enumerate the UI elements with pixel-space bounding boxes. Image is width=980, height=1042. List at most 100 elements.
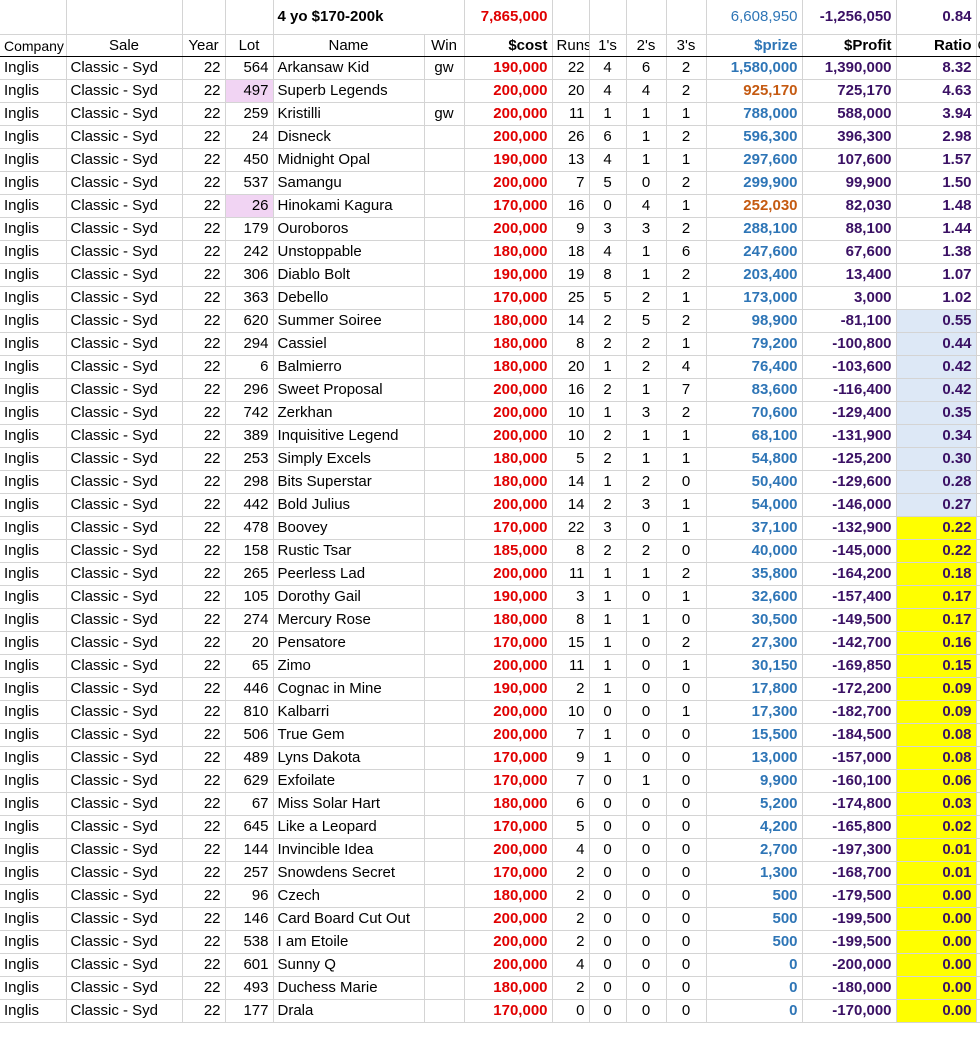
cell-cost[interactable]: 180,000: [464, 792, 553, 816]
cell-thirds[interactable]: 7: [666, 378, 707, 402]
cell-horse-name[interactable]: Arkansaw Kid: [273, 56, 425, 80]
cell-thirds[interactable]: 2: [666, 631, 707, 655]
cell-sale[interactable]: Classic - Syd: [66, 102, 183, 126]
cell-company[interactable]: Inglis: [0, 792, 67, 816]
cell-sale[interactable]: Classic - Syd: [66, 608, 183, 632]
cell[interactable]: [976, 516, 980, 540]
cell-ratio[interactable]: 0.17: [896, 585, 977, 609]
cell-firsts[interactable]: 4: [589, 240, 627, 264]
cell-sale[interactable]: Classic - Syd: [66, 240, 183, 264]
cell-sale[interactable]: Classic - Syd: [66, 539, 183, 563]
cell-seconds[interactable]: 2: [626, 470, 667, 494]
cell-firsts[interactable]: 0: [589, 907, 627, 931]
cell[interactable]: [66, 0, 183, 35]
cell-lot[interactable]: 446: [225, 677, 274, 701]
cell-company[interactable]: Inglis: [0, 240, 67, 264]
cell-runs[interactable]: 9: [552, 217, 590, 241]
cell-cost[interactable]: 200,000: [464, 424, 553, 448]
cell-year[interactable]: 22: [182, 838, 226, 862]
cell-runs[interactable]: 4: [552, 953, 590, 977]
cell-company[interactable]: Inglis: [0, 723, 67, 747]
cell-ratio[interactable]: 1.02: [896, 286, 977, 310]
cell-profit[interactable]: 107,600: [802, 148, 897, 172]
cell-prize[interactable]: 68,100: [706, 424, 803, 448]
cell-cost[interactable]: 170,000: [464, 815, 553, 839]
cell-company[interactable]: Inglis: [0, 171, 67, 195]
cell-ratio[interactable]: 0.00: [896, 976, 977, 1000]
cell-seconds[interactable]: 0: [626, 861, 667, 885]
cell-horse-name[interactable]: Czech: [273, 884, 425, 908]
header-lot[interactable]: Lot: [225, 34, 274, 57]
cell-runs[interactable]: 11: [552, 654, 590, 678]
cell-seconds[interactable]: 3: [626, 493, 667, 517]
cell-sale[interactable]: Classic - Syd: [66, 378, 183, 402]
cell-runs[interactable]: 4: [552, 838, 590, 862]
cell-sale[interactable]: Classic - Syd: [66, 815, 183, 839]
cell-sale[interactable]: Classic - Syd: [66, 286, 183, 310]
cell-year[interactable]: 22: [182, 953, 226, 977]
cell-cost[interactable]: 200,000: [464, 838, 553, 862]
cell-company[interactable]: Inglis: [0, 700, 67, 724]
cell-company[interactable]: Inglis: [0, 148, 67, 172]
cell-horse-name[interactable]: Simply Excels: [273, 447, 425, 471]
cell-lot[interactable]: 742: [225, 401, 274, 425]
cell-win[interactable]: [424, 286, 465, 310]
cell-cost[interactable]: 190,000: [464, 56, 553, 80]
cell-firsts[interactable]: 1: [589, 562, 627, 586]
cell-year[interactable]: 22: [182, 516, 226, 540]
cell-year[interactable]: 22: [182, 585, 226, 609]
cell-horse-name[interactable]: Dorothy Gail: [273, 585, 425, 609]
cell[interactable]: [666, 0, 707, 35]
cell-profit[interactable]: 88,100: [802, 217, 897, 241]
cell[interactable]: [976, 240, 980, 264]
cell-lot[interactable]: 274: [225, 608, 274, 632]
cell-seconds[interactable]: 1: [626, 608, 667, 632]
cell-win[interactable]: [424, 884, 465, 908]
cell-prize[interactable]: 500: [706, 930, 803, 954]
cell-horse-name[interactable]: Card Board Cut Out: [273, 907, 425, 931]
cell-runs[interactable]: 14: [552, 309, 590, 333]
cell-cost[interactable]: 200,000: [464, 378, 553, 402]
cell-lot[interactable]: 564: [225, 56, 274, 80]
cell-company[interactable]: Inglis: [0, 953, 67, 977]
cell-ratio[interactable]: 0.44: [896, 332, 977, 356]
cell-ratio[interactable]: 0.09: [896, 677, 977, 701]
cell-thirds[interactable]: 0: [666, 815, 707, 839]
cell-runs[interactable]: 2: [552, 861, 590, 885]
cell-cost[interactable]: 180,000: [464, 309, 553, 333]
cell-profit[interactable]: 3,000: [802, 286, 897, 310]
cell-thirds[interactable]: 2: [666, 401, 707, 425]
cell-sale[interactable]: Classic - Syd: [66, 700, 183, 724]
cell[interactable]: [976, 286, 980, 310]
cell-firsts[interactable]: 1: [589, 677, 627, 701]
header-name[interactable]: Name: [273, 34, 425, 57]
cell-company[interactable]: Inglis: [0, 930, 67, 954]
cell-prize[interactable]: 1,580,000: [706, 56, 803, 80]
cell-lot[interactable]: 645: [225, 815, 274, 839]
cell-lot[interactable]: 96: [225, 884, 274, 908]
cell-prize[interactable]: 27,300: [706, 631, 803, 655]
cell-company[interactable]: Inglis: [0, 539, 67, 563]
cell-sale[interactable]: Classic - Syd: [66, 631, 183, 655]
cell-firsts[interactable]: 0: [589, 999, 627, 1023]
cell-sale[interactable]: Classic - Syd: [66, 838, 183, 862]
cell-firsts[interactable]: 0: [589, 861, 627, 885]
cell-thirds[interactable]: 0: [666, 677, 707, 701]
cell-profit[interactable]: 396,300: [802, 125, 897, 149]
cell-thirds[interactable]: 2: [666, 263, 707, 287]
cell-win[interactable]: [424, 378, 465, 402]
cell[interactable]: [976, 539, 980, 563]
cell-seconds[interactable]: 2: [626, 286, 667, 310]
cell[interactable]: [976, 355, 980, 379]
cell-year[interactable]: 22: [182, 309, 226, 333]
cell-ratio[interactable]: 0.28: [896, 470, 977, 494]
header-prize[interactable]: $prize: [706, 34, 803, 57]
cell-lot[interactable]: 144: [225, 838, 274, 862]
cell-lot[interactable]: 146: [225, 907, 274, 931]
cell-win[interactable]: [424, 677, 465, 701]
cell[interactable]: [976, 56, 980, 80]
cell-prize[interactable]: 299,900: [706, 171, 803, 195]
cell-year[interactable]: 22: [182, 56, 226, 80]
cell-prize[interactable]: 2,700: [706, 838, 803, 862]
cell-company[interactable]: Inglis: [0, 884, 67, 908]
